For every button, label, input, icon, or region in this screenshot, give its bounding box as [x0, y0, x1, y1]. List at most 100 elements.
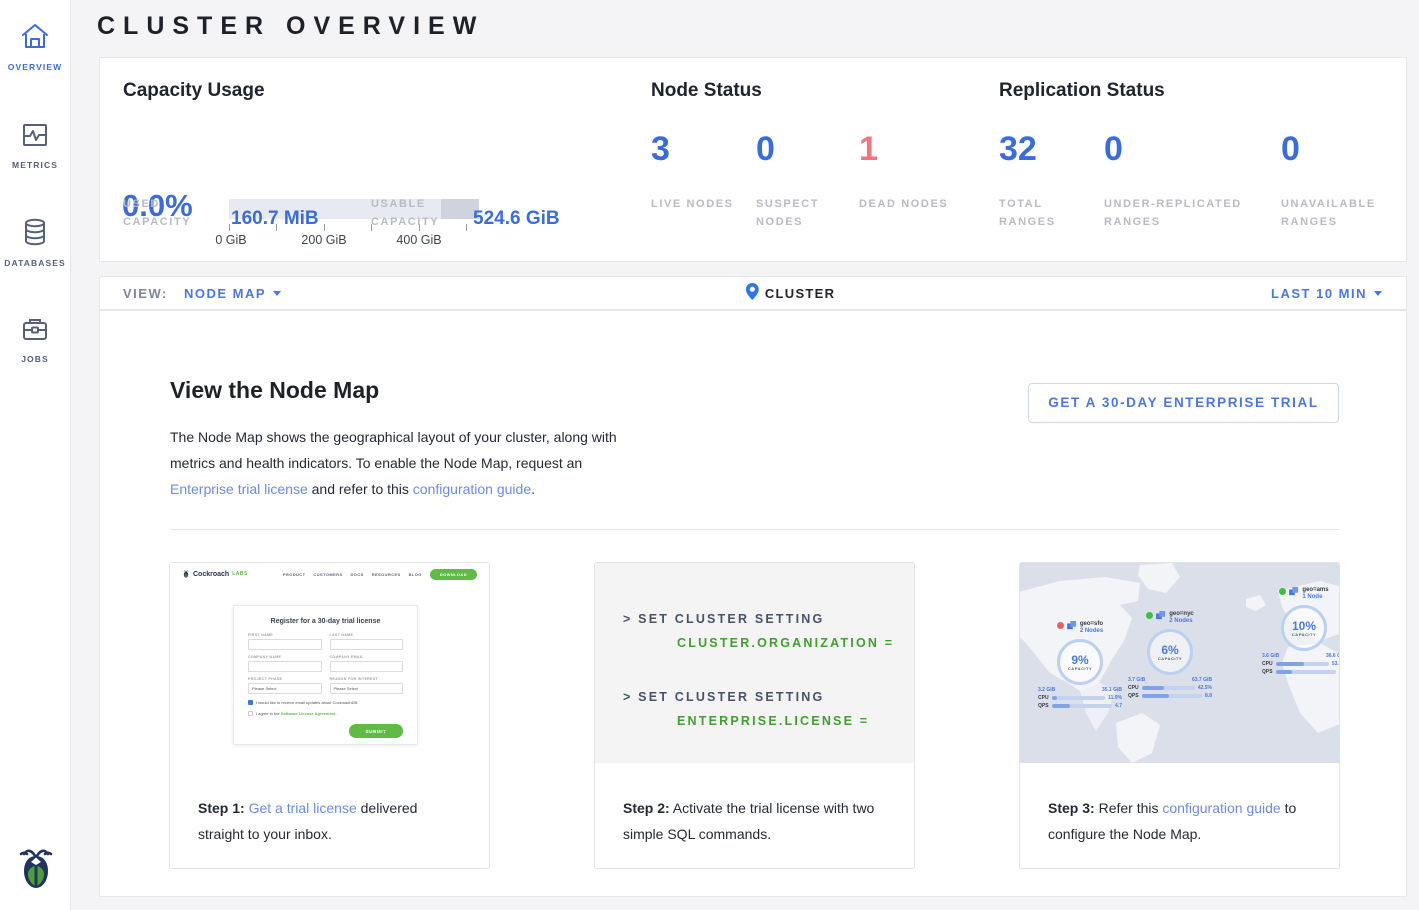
field-label: PROJECT PHASE — [248, 677, 322, 681]
locality-name: geo=sfo — [1080, 621, 1103, 628]
sidebar-item-label: OVERVIEW — [0, 62, 70, 72]
enterprise-trial-button[interactable]: GET A 30-DAY ENTERPRISE TRIAL — [1028, 383, 1339, 423]
sidebar-item-metrics[interactable]: METRICS — [0, 108, 70, 182]
unavailable-ranges-count: 0 — [1281, 130, 1300, 169]
text-input — [248, 661, 322, 672]
usable-capacity-value: 524.6 GiB — [473, 208, 560, 230]
capacity-percent: 6% — [1161, 644, 1178, 656]
enterprise-trial-license-link[interactable]: Enterprise trial license — [170, 481, 308, 497]
description-text: . — [531, 481, 535, 497]
description-text: The Node Map shows the geographical layo… — [170, 429, 617, 471]
select-input: Please Select — [248, 683, 322, 694]
cockroachdb-logo[interactable] — [0, 845, 71, 896]
capacity-percent: 10% — [1292, 620, 1316, 632]
step3-text: Refer this — [1095, 800, 1163, 816]
node-map-heading: View the Node Map — [170, 377, 379, 404]
locality-name: geo=ams — [1302, 587, 1328, 594]
live-nodes-count: 3 — [651, 130, 670, 169]
select-input: Please Select — [330, 683, 404, 694]
nav-item: RESOURCES — [372, 572, 401, 577]
time-range-selector[interactable]: LAST 10 MIN — [1271, 286, 1382, 301]
suspect-nodes-count: 0 — [756, 130, 775, 169]
sidebar-item-overview[interactable]: OVERVIEW — [0, 8, 70, 84]
step1-screenshot: Cockroach LABS PRODUCT CUSTOMERS DOCS RE… — [170, 563, 489, 763]
download-button: DOWNLOAD — [430, 569, 477, 580]
step3-caption: Step 3: Refer this configuration guide t… — [1020, 763, 1339, 847]
node-map-description: The Node Map shows the geographical layo… — [170, 424, 640, 502]
under-replicated-count: 0 — [1104, 130, 1123, 169]
capacity-usage-title: Capacity Usage — [123, 80, 265, 102]
capacity-used: 3.7 GiB — [1128, 677, 1145, 683]
checkbox-checked-icon — [248, 700, 253, 705]
section-divider — [170, 529, 1339, 530]
step3-card: geo=sfo 2 Nodes 9% CAPACITY 3.2 GiB 35.1… — [1019, 562, 1340, 869]
trial-registration-form: Register for a 30-day trial license FIRS… — [233, 605, 418, 745]
step2-caption: Step 2: Activate the trial license with … — [595, 763, 914, 847]
node-map-panel: View the Node Map The Node Map shows the… — [99, 310, 1407, 897]
field-label: LAST NAME — [330, 633, 404, 637]
qps-bar — [1276, 670, 1336, 674]
gauge-tick-label: 200 GiB — [301, 233, 346, 247]
map-pin-icon — [746, 283, 759, 303]
step1-card: Cockroach LABS PRODUCT CUSTOMERS DOCS RE… — [169, 562, 490, 869]
locality-node-count: 2 Nodes — [1169, 618, 1194, 625]
step3-label: Step 3: — [1048, 800, 1095, 816]
sidebar-item-label: JOBS — [0, 354, 70, 364]
live-node-dot-icon — [1146, 612, 1153, 619]
sql-command-line: > SET CLUSTER SETTING — [623, 685, 914, 709]
capacity-used: 3.6 GiB — [1262, 653, 1279, 659]
qps-bar — [1052, 704, 1112, 708]
briefcase-icon — [21, 329, 49, 346]
text-input — [330, 639, 404, 650]
step3-node-map-preview: geo=sfo 2 Nodes 9% CAPACITY 3.2 GiB 35.1… — [1020, 563, 1339, 763]
node-status-title: Node Status — [651, 80, 762, 102]
qps-label: QPS — [1128, 693, 1139, 699]
get-trial-license-link[interactable]: Get a trial license — [249, 800, 357, 816]
mini-site-nav: PRODUCT CUSTOMERS DOCS RESOURCES BLOG DO… — [283, 569, 477, 580]
description-text: and refer to this — [308, 481, 413, 497]
capacity-total: 36.6 GiB — [1326, 653, 1339, 659]
step2-card: > SET CLUSTER SETTING CLUSTER.ORGANIZATI… — [594, 562, 915, 869]
checkbox-label: I would like to receive email updates ab… — [256, 700, 358, 705]
configuration-guide-link[interactable]: configuration guide — [1162, 800, 1280, 816]
view-selector[interactable]: NODE MAP — [184, 286, 281, 301]
logo-text: Cockroach — [193, 571, 229, 578]
live-node-dot-icon — [1279, 588, 1286, 595]
suspect-nodes-label: SUSPECT NODES — [756, 195, 846, 231]
sidebar-item-label: DATABASES — [0, 258, 70, 268]
replication-status-title: Replication Status — [999, 80, 1165, 102]
cpu-bar — [1276, 662, 1329, 666]
field-label: COMPANY NAME — [248, 655, 322, 659]
sidebar-item-databases[interactable]: DATABASES — [0, 204, 70, 280]
chevron-down-icon — [273, 291, 281, 296]
cluster-breadcrumb: CLUSTER — [746, 283, 836, 303]
field-label: COMPANY EMAIL — [330, 655, 404, 659]
cpu-value: 53.3% — [1332, 661, 1339, 667]
cpu-value: 11.0% — [1108, 695, 1122, 701]
sql-command-line: > SET CLUSTER SETTING — [623, 607, 914, 631]
sql-command-line: CLUSTER.ORGANIZATION = — [623, 631, 914, 655]
nav-item: DOCS — [351, 572, 364, 577]
capacity-caption: CAPACITY — [1068, 666, 1092, 671]
qps-bar — [1142, 694, 1202, 698]
sidebar-item-jobs[interactable]: JOBS — [0, 302, 70, 376]
field-label: REASON FOR INTEREST — [330, 677, 404, 681]
field-label: FIRST NAME — [248, 633, 322, 637]
license-agreement-checkbox-row: I agree to the Software License Agreemen… — [248, 711, 403, 716]
step1-caption: Step 1: Get a trial license delivered st… — [170, 763, 489, 847]
sidebar: OVERVIEW METRICS DATABASES — [0, 0, 71, 910]
database-icon — [22, 233, 48, 250]
nav-item: BLOG — [409, 572, 422, 577]
checkbox-label: I agree to the Software License Agreemen… — [256, 711, 337, 716]
mini-site-header: Cockroach LABS PRODUCT CUSTOMERS DOCS RE… — [170, 563, 489, 585]
page-title: CLUSTER OVERVIEW — [97, 12, 484, 41]
total-ranges-label: TOTAL RANGES — [999, 195, 1089, 231]
chevron-down-icon — [1374, 291, 1382, 296]
nav-item: CUSTOMERS — [313, 572, 342, 577]
form-title: Register for a 30-day trial license — [248, 618, 403, 625]
time-range-value: LAST 10 MIN — [1271, 286, 1367, 301]
checkbox-unchecked-icon — [248, 711, 253, 716]
qps-value: 4.7 — [1115, 703, 1122, 709]
dead-node-dot-icon — [1057, 622, 1064, 629]
configuration-guide-link[interactable]: configuration guide — [413, 481, 531, 497]
